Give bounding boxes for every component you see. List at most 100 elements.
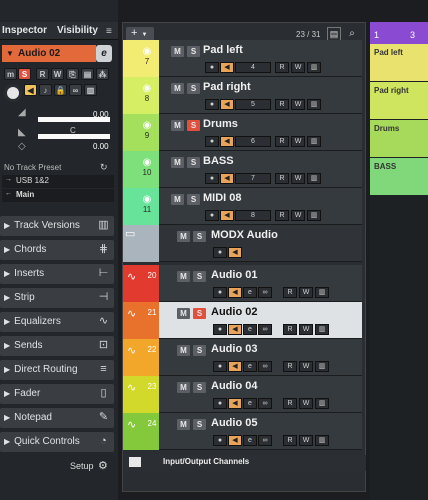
- edit-icon[interactable]: e: [243, 324, 257, 335]
- folder-name[interactable]: MODX Audio: [211, 229, 278, 241]
- write-button[interactable]: W: [299, 398, 313, 409]
- track-color[interactable]: [123, 151, 135, 188]
- record-icon[interactable]: ●: [205, 136, 219, 147]
- write-button[interactable]: W: [51, 68, 64, 80]
- write-button[interactable]: W: [291, 173, 305, 184]
- write-button[interactable]: W: [291, 210, 305, 221]
- read-button[interactable]: R: [275, 136, 289, 147]
- input-routing[interactable]: → USB 1&2: [2, 175, 114, 188]
- write-button[interactable]: W: [299, 324, 313, 335]
- setup-button[interactable]: Setup: [70, 461, 94, 471]
- link-icon[interactable]: ∞: [258, 361, 272, 372]
- io-row[interactable]: Input/Output Channels: [123, 455, 366, 471]
- section-inserts[interactable]: ▶ Inserts ⊢: [0, 264, 114, 284]
- monitor-icon[interactable]: ◀: [220, 210, 234, 221]
- part-bass[interactable]: BASS: [370, 158, 428, 195]
- lanes-button[interactable]: ▥: [307, 210, 321, 221]
- section-sends[interactable]: ▶ Sends ⊡: [0, 336, 114, 356]
- mute-button[interactable]: M: [171, 194, 184, 205]
- section-track-versions[interactable]: ▶ Track Versions ▥: [0, 216, 114, 236]
- track-row[interactable]: ◉ 10 M S BASS ● ◀ 7 R W ▥: [123, 151, 366, 188]
- track-row[interactable]: ◉ 7 M S Pad left ● ◀ 4 R W ▥: [123, 40, 366, 77]
- monitor-icon[interactable]: ◀: [220, 99, 234, 110]
- record-icon[interactable]: ●: [213, 361, 227, 372]
- monitor-icon[interactable]: ◀: [228, 287, 242, 298]
- link-icon[interactable]: ∞: [258, 324, 272, 335]
- solo-button[interactable]: S: [193, 345, 206, 356]
- monitor-speaker-icon[interactable]: ◀: [24, 84, 37, 96]
- tab-inspector[interactable]: Inspector: [2, 22, 47, 40]
- monitor-button[interactable]: m: [4, 68, 17, 80]
- lanes-button[interactable]: ▥: [307, 62, 321, 73]
- track-row[interactable]: 23 ∿ M S Audio 04 ● ◀ e ∞ R W ▥: [123, 376, 366, 413]
- write-button[interactable]: W: [291, 62, 305, 73]
- gear-icon[interactable]: ⚙: [98, 459, 108, 472]
- track-name[interactable]: MIDI 08: [203, 192, 242, 204]
- add-track-button[interactable]: + ▼: [126, 27, 154, 41]
- track-name[interactable]: Audio 04: [211, 380, 257, 392]
- read-button[interactable]: R: [275, 62, 289, 73]
- read-button[interactable]: R: [283, 287, 297, 298]
- write-button[interactable]: W: [291, 136, 305, 147]
- read-button[interactable]: R: [275, 173, 289, 184]
- mute-button[interactable]: M: [177, 271, 190, 282]
- edit-icon[interactable]: e: [243, 287, 257, 298]
- edit-icon[interactable]: e: [243, 398, 257, 409]
- preset-icon[interactable]: ↻: [100, 162, 108, 173]
- monitor-icon[interactable]: ◀: [228, 247, 242, 258]
- link-icon[interactable]: ∞: [258, 398, 272, 409]
- lock-icon[interactable]: 🔒: [54, 84, 67, 96]
- track-color[interactable]: [123, 188, 135, 225]
- part-pad-left[interactable]: Pad left: [370, 44, 428, 81]
- monitor-icon[interactable]: ◀: [220, 173, 234, 184]
- read-button[interactable]: R: [283, 324, 297, 335]
- lanes-button[interactable]: ▥: [315, 287, 329, 298]
- record-icon[interactable]: ●: [213, 247, 227, 258]
- lanes-button[interactable]: ▥: [315, 361, 329, 372]
- monitor-icon[interactable]: ◀: [220, 136, 234, 147]
- part-pad-right[interactable]: Pad right: [370, 82, 428, 119]
- record-icon[interactable]: ●: [213, 435, 227, 446]
- solo-button[interactable]: S: [193, 308, 206, 319]
- record-icon[interactable]: ●: [205, 62, 219, 73]
- output-routing[interactable]: ← Main: [2, 189, 114, 202]
- solo-button[interactable]: S: [193, 382, 206, 393]
- link-icon[interactable]: ∞: [258, 287, 272, 298]
- record-enable-button[interactable]: [4, 84, 22, 102]
- freeze-button[interactable]: ⁂: [96, 68, 109, 80]
- record-icon[interactable]: ●: [205, 99, 219, 110]
- mute-button[interactable]: M: [177, 231, 190, 242]
- solo-button[interactable]: S: [193, 419, 206, 430]
- mute-button[interactable]: M: [177, 345, 190, 356]
- track-color[interactable]: [123, 77, 135, 114]
- read-button[interactable]: R: [283, 435, 297, 446]
- record-icon[interactable]: ●: [213, 398, 227, 409]
- mute-button[interactable]: M: [177, 308, 190, 319]
- track-name[interactable]: Audio 05: [211, 417, 257, 429]
- mute-button[interactable]: M: [171, 83, 184, 94]
- section-strip[interactable]: ▶ Strip ⊣: [0, 288, 114, 308]
- solo-button[interactable]: S: [187, 120, 200, 131]
- lanes-button[interactable]: ▥: [307, 173, 321, 184]
- solo-button[interactable]: S: [193, 231, 206, 242]
- read-button[interactable]: R: [283, 361, 297, 372]
- inspector-track-name[interactable]: ▼ Audio 02: [2, 45, 96, 62]
- track-row[interactable]: 20 ∿ M S Audio 01 ● ◀ e ∞ R W ▥: [123, 265, 366, 302]
- solo-button[interactable]: S: [187, 157, 200, 168]
- track-name[interactable]: Audio 02: [211, 306, 257, 318]
- write-button[interactable]: W: [299, 361, 313, 372]
- folder-row[interactable]: ▭ M S MODX Audio ● ◀: [123, 225, 366, 262]
- link-icon[interactable]: ∞: [69, 84, 82, 96]
- lanes-button[interactable]: ▥: [315, 324, 329, 335]
- lanes-button[interactable]: ▥: [315, 435, 329, 446]
- write-button[interactable]: W: [291, 99, 305, 110]
- track-name[interactable]: Pad right: [203, 81, 251, 93]
- part-drums[interactable]: Drums: [370, 120, 428, 157]
- track-name[interactable]: Pad left: [203, 44, 243, 56]
- list-view-icon[interactable]: ▤: [327, 27, 341, 41]
- section-direct-routing[interactable]: ▶ Direct Routing ≡: [0, 360, 114, 380]
- pan-fader[interactable]: [38, 134, 110, 139]
- monitor-icon[interactable]: ◀: [220, 62, 234, 73]
- mute-button[interactable]: M: [171, 46, 184, 57]
- solo-button[interactable]: S: [187, 194, 200, 205]
